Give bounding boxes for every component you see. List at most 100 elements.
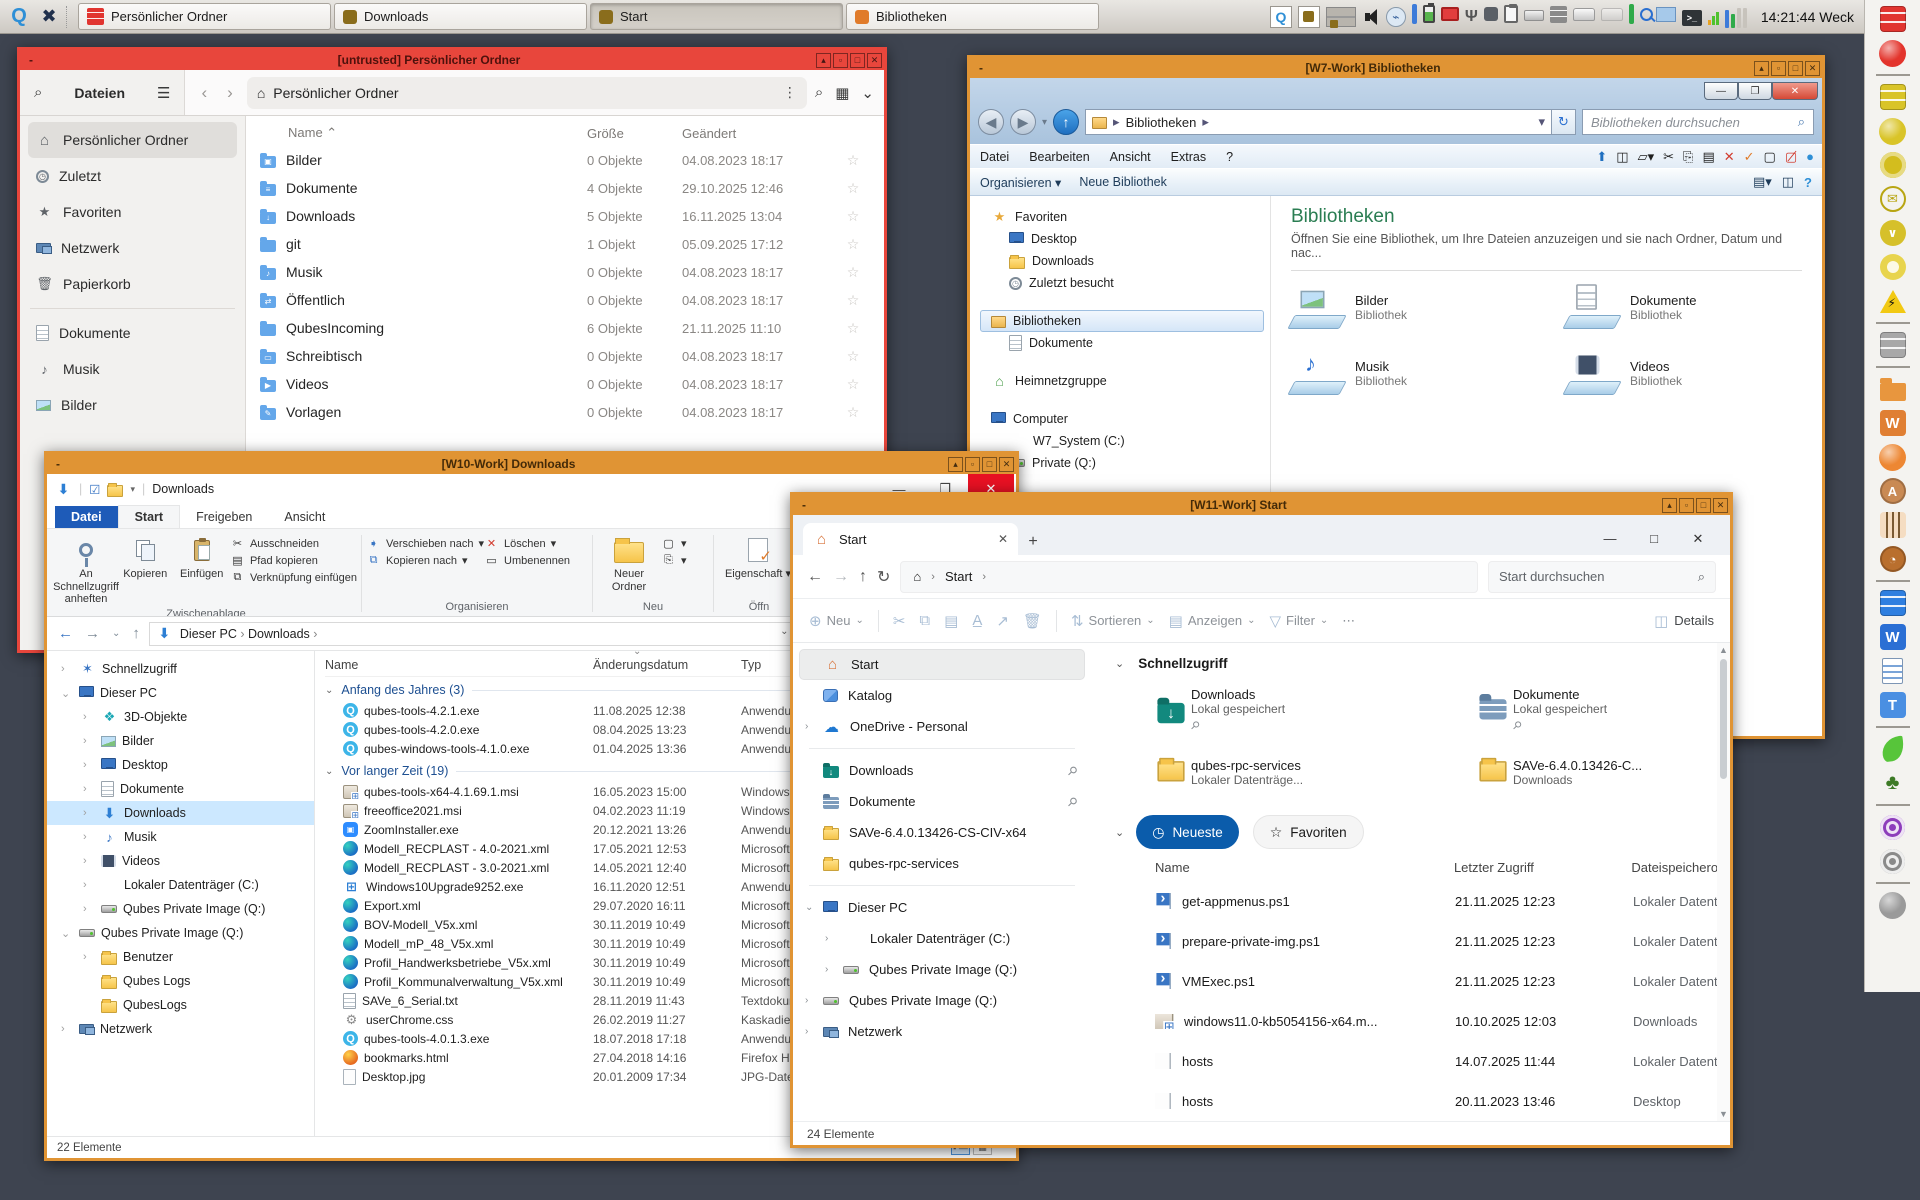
dock-explorer-orange[interactable]: [1873, 374, 1913, 404]
w10-tree-schnellzugriff[interactable]: ›✶Schnellzugriff: [47, 657, 314, 681]
column-accessed[interactable]: Letzter Zugriff: [1454, 860, 1631, 875]
minimize-button[interactable]: ▫: [965, 457, 980, 472]
favorite-star-icon[interactable]: ☆: [832, 264, 874, 281]
file-row-downloads[interactable]: ↓Downloads5 Objekte16.11.2025 13:04☆: [260, 202, 874, 230]
copy-path-button[interactable]: ▤Pfad kopieren: [230, 554, 357, 567]
tree-chevron[interactable]: ›: [83, 783, 95, 795]
history-chevron[interactable]: ⌄: [109, 628, 123, 639]
tree-chevron[interactable]: ⌄: [61, 687, 73, 700]
dock-word-blue[interactable]: W: [1873, 622, 1913, 652]
battery-icon[interactable]: [1423, 5, 1435, 28]
w11-side-save-6-4-0-13426-cs-civ-x64[interactable]: SAVe-6.4.0.13426-CS-CIV-x64: [799, 817, 1085, 848]
search-box-w11[interactable]: Start durchsuchen ⌕: [1488, 561, 1716, 593]
new-folder-button[interactable]: Neuer Ordner: [597, 531, 661, 599]
sidebar-item-favoriten[interactable]: ★Favoriten: [28, 194, 237, 230]
paste-button[interactable]: Einfügen: [173, 531, 229, 606]
w11-side-qubes-private-image-q-[interactable]: ›Qubes Private Image (Q:): [799, 985, 1085, 1016]
window-menu-button[interactable]: -: [970, 61, 992, 75]
w7-tree-computer[interactable]: Computer: [980, 408, 1264, 430]
forward-button[interactable]: ›: [221, 83, 239, 103]
ribbon-tab-ansicht[interactable]: Ansicht: [268, 506, 341, 528]
paste-icon[interactable]: ▤: [1702, 149, 1714, 165]
shade-button[interactable]: ▴: [816, 53, 831, 68]
file-row-bilder[interactable]: ▣Bilder0 Objekte04.08.2023 18:17☆: [260, 146, 874, 174]
copy-icon[interactable]: ⎘: [1683, 149, 1693, 165]
file-row-dokumente[interactable]: ≡Dokumente4 Objekte29.10.2025 12:46☆: [260, 174, 874, 202]
sidebar-item-pers-nlicher-ordner[interactable]: ⌂Persönlicher Ordner: [28, 122, 237, 158]
w7-tree-favoriten[interactable]: ★Favoriten: [980, 206, 1264, 228]
tree-chevron[interactable]: ›: [83, 711, 95, 723]
view-options-chevron[interactable]: ⌄: [861, 84, 874, 102]
breadcrumb-segment[interactable]: Bibliotheken: [1126, 115, 1197, 130]
new-item-button[interactable]: ▢▾: [661, 537, 687, 550]
mixer-levels-icon[interactable]: [1725, 6, 1747, 28]
dock-browser-yellow[interactable]: [1873, 150, 1913, 180]
breadcrumb-bar[interactable]: ⌂ › Start ›: [900, 561, 1478, 593]
column-size[interactable]: Größe: [587, 126, 682, 141]
domain-cube-tray[interactable]: [1298, 6, 1320, 28]
w11-side-qubes-private-image-q-[interactable]: ›Qubes Private Image (Q:): [799, 954, 1085, 985]
column-modified[interactable]: Änderungsdatum: [593, 658, 741, 672]
tree-chevron[interactable]: ›: [83, 759, 95, 771]
tree-chevron[interactable]: ›: [83, 855, 95, 867]
file-row-vorlagen[interactable]: ✎Vorlagen0 Objekte04.08.2023 18:17☆: [260, 398, 874, 426]
block-device-icon[interactable]: [1524, 8, 1544, 26]
clipboard-icon[interactable]: [1504, 5, 1518, 28]
file-row-qubesincoming[interactable]: QubesIncoming6 Objekte21.11.2025 11:10☆: [260, 314, 874, 342]
search-box[interactable]: Bibliotheken durchsuchen ⌕: [1582, 109, 1814, 135]
rename-button[interactable]: ▭Umbenennen: [484, 554, 570, 567]
tree-chevron[interactable]: ›: [61, 1023, 73, 1035]
back-button[interactable]: ‹: [195, 83, 213, 103]
cut-icon[interactable]: ✂: [893, 612, 906, 630]
ribbon-tab-freigeben[interactable]: Freigeben: [180, 506, 268, 528]
menu-Ansicht[interactable]: Ansicht: [1108, 148, 1153, 166]
sidebar-item-zuletzt[interactable]: ◷Zuletzt: [28, 158, 237, 194]
breadcrumb-downloads[interactable]: Downloads: [248, 627, 310, 641]
dock-signal-yellow[interactable]: [1873, 252, 1913, 282]
indicator-bar[interactable]: [1412, 4, 1417, 29]
favorite-star-icon[interactable]: ☆: [832, 236, 874, 253]
tab-start[interactable]: ⌂ Start ✕: [803, 523, 1018, 555]
w10-tree-dokumente[interactable]: ›Dokumente: [47, 777, 314, 801]
tree-chevron[interactable]: ›: [83, 903, 95, 915]
xfce-menu-icon[interactable]: ✖: [36, 4, 62, 30]
dock-files-blue[interactable]: [1873, 588, 1913, 618]
screenshot-tool-icon[interactable]: [1656, 7, 1676, 27]
maximize-button[interactable]: □: [1696, 498, 1711, 513]
dock-textdoc-blue[interactable]: T: [1873, 690, 1913, 720]
w10-tree-qubes-private-image-q-[interactable]: ›Qubes Private Image (Q:): [47, 897, 314, 921]
delete-icon[interactable]: 🗑: [1023, 612, 1042, 630]
power-manager-icon[interactable]: ⌁: [1386, 7, 1406, 27]
cut-icon[interactable]: ✂: [1663, 149, 1674, 165]
library-musik[interactable]: ♪MusikBibliothek: [1291, 351, 1536, 395]
favorites-pill[interactable]: ☆Favoriten: [1253, 815, 1364, 849]
back-button[interactable]: ←: [807, 568, 823, 586]
copy-to-button[interactable]: ⧉Kopieren nach ▾: [366, 554, 484, 567]
favorite-star-icon[interactable]: ☆: [832, 404, 874, 421]
w10-tree-lokaler-datentr-ger-c-[interactable]: ›Lokaler Datenträger (C:): [47, 873, 314, 897]
paste-shortcut-button[interactable]: ⧉Verknüpfung einfügen: [230, 571, 357, 584]
kebab-menu-icon[interactable]: ⋮: [783, 84, 797, 101]
tree-chevron[interactable]: ›: [83, 879, 95, 891]
window-menu-button[interactable]: -: [20, 53, 42, 67]
maximize-button-aero[interactable]: ❐: [1738, 82, 1772, 100]
disk-icon-b[interactable]: [1601, 8, 1623, 26]
sidebar-item-papierkorb[interactable]: 🗑Papierkorb: [28, 266, 237, 302]
w10-tree-qubes-logs[interactable]: Qubes Logs: [47, 969, 314, 993]
rename-icon[interactable]: A̲: [972, 612, 982, 629]
preview-pane-icon[interactable]: ◫: [1782, 174, 1794, 190]
favorite-star-icon[interactable]: ☆: [832, 152, 874, 169]
w7-tree-private-q-[interactable]: Private (Q:): [980, 452, 1264, 474]
shade-button[interactable]: ▴: [948, 457, 963, 472]
w10-tree-qubes-private-image-q-[interactable]: ⌄Qubes Private Image (Q:): [47, 921, 314, 945]
quick-card-dokumente[interactable]: DokumenteLokal gespeichert⚲: [1477, 683, 1730, 739]
library-bilder[interactable]: BilderBibliothek: [1291, 285, 1536, 329]
w7-tree-bibliotheken[interactable]: Bibliotheken: [980, 310, 1264, 332]
dock-firefox-red[interactable]: [1873, 38, 1913, 68]
clock[interactable]: 14:21:44 Weck: [1757, 9, 1858, 25]
search-tray-icon[interactable]: [1640, 8, 1650, 26]
disconnect-drive-icon[interactable]: ▢̸: [1785, 149, 1797, 165]
dock-word-orange[interactable]: W: [1873, 408, 1913, 438]
qubes-menu-button[interactable]: Q: [6, 4, 32, 30]
tree-chevron[interactable]: ›: [61, 663, 73, 675]
